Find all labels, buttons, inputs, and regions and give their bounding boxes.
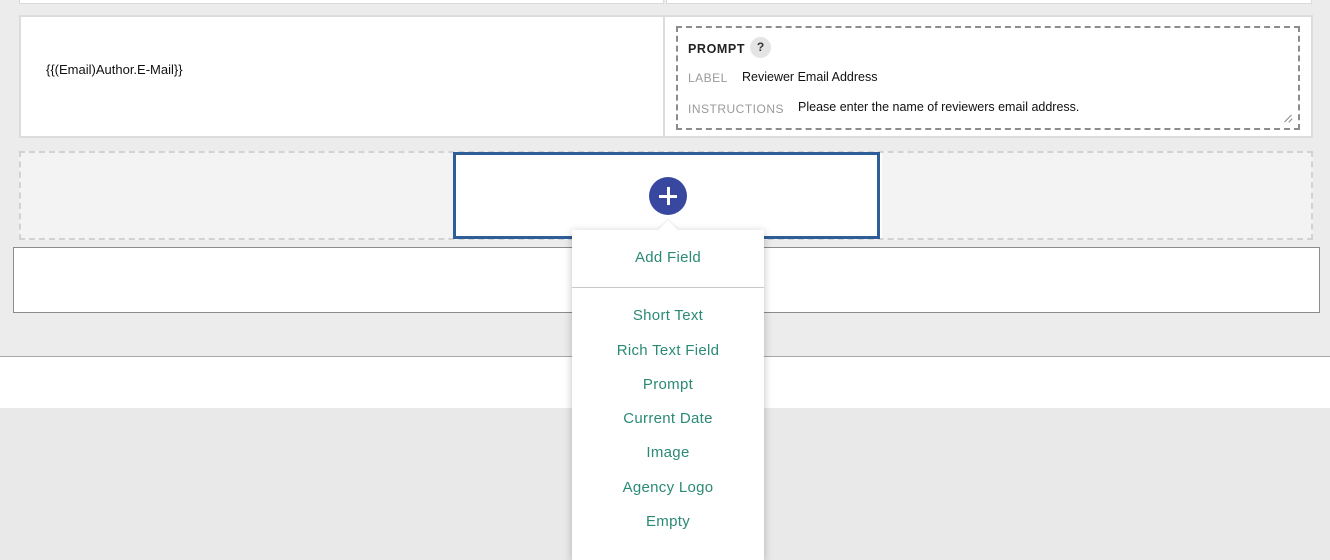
prompt-cell: PROMPT ? LABEL Reviewer Email Address IN… xyxy=(665,15,1313,138)
menu-divider xyxy=(572,287,764,288)
help-icon[interactable]: ? xyxy=(750,37,771,58)
field-row: {{(Email)Author.E-Mail}} PROMPT ? LABEL … xyxy=(19,15,1313,138)
menu-item-empty[interactable]: Empty xyxy=(572,513,764,530)
expression-text: {{(Email)Author.E-Mail}} xyxy=(46,62,183,77)
add-field-menu: Add Field Short Text Rich Text Field Pro… xyxy=(572,220,764,560)
add-field-button[interactable] xyxy=(649,177,687,215)
instructions-textarea[interactable]: Please enter the name of reviewers email… xyxy=(798,100,1079,114)
instructions-caption: INSTRUCTIONS xyxy=(688,102,784,116)
menu-item-rich-text-field[interactable]: Rich Text Field xyxy=(572,342,764,359)
resize-handle-icon[interactable] xyxy=(1284,114,1292,122)
expression-cell[interactable]: {{(Email)Author.E-Mail}} xyxy=(19,15,665,138)
previous-row-left-cell xyxy=(19,0,664,4)
menu-item-agency-logo[interactable]: Agency Logo xyxy=(572,479,764,496)
label-input[interactable]: Reviewer Email Address xyxy=(742,70,877,84)
previous-row-right-cell xyxy=(666,0,1312,4)
label-caption: LABEL xyxy=(688,71,728,85)
menu-header: Add Field xyxy=(634,249,702,266)
menu-item-image[interactable]: Image xyxy=(572,444,764,461)
prompt-field[interactable]: PROMPT ? LABEL Reviewer Email Address IN… xyxy=(676,26,1300,130)
prompt-title: PROMPT xyxy=(688,42,746,56)
menu-item-prompt[interactable]: Prompt xyxy=(572,376,764,393)
menu-item-current-date[interactable]: Current Date xyxy=(572,410,764,427)
menu-item-short-text[interactable]: Short Text xyxy=(572,307,764,324)
